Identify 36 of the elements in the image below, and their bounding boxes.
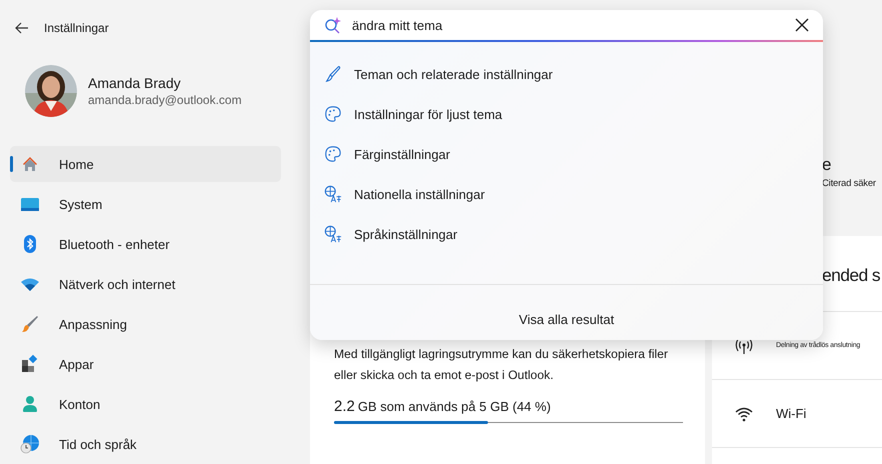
show-all-results-link[interactable]: Visa alla resultat	[510, 308, 622, 331]
nav-item[interactable]: Nätverk och internet	[10, 266, 281, 302]
paintbrush-icon	[20, 314, 40, 334]
nav-item[interactable]: Home	[10, 146, 281, 182]
nav-item[interactable]: System	[10, 186, 281, 222]
storage-amount: 2.2	[334, 398, 355, 415]
quick-setting-label: Wi-Fi	[776, 406, 806, 421]
sparkle-search-icon	[324, 16, 342, 34]
palette-icon	[324, 105, 342, 123]
globe-clock-icon	[20, 434, 40, 454]
search-result[interactable]: Inställningar för ljust tema	[324, 101, 823, 127]
window-title: Inställningar	[44, 21, 109, 35]
search-bar[interactable]: ändra mitt tema	[310, 10, 823, 42]
caption-fragment: Citerad säker	[822, 178, 877, 189]
palette-icon	[324, 145, 342, 163]
storage-description: Med tillgängligt lagringsutrymme kan du säkerhetskopiera filer eller skicka och ta emot e-post i Outlook.	[334, 346, 669, 384]
paintbrush-icon	[324, 65, 342, 83]
nav-item[interactable]: Tid och språk	[10, 426, 281, 462]
search-result[interactable]: Färginställningar	[324, 141, 823, 167]
globe-language-icon	[324, 185, 342, 203]
close-icon[interactable]	[793, 16, 811, 34]
user-email: amanda.brady@outlook.com	[88, 93, 242, 107]
apps-icon	[20, 354, 40, 374]
nav-item[interactable]: Appar	[10, 346, 281, 382]
user-name: Amanda Brady	[88, 75, 182, 91]
search-field[interactable]: ändra mitt tema	[352, 15, 783, 35]
search-result[interactable]: Teman och relaterade inställningar	[324, 61, 823, 87]
heading-fragment: e	[822, 155, 832, 175]
nav-item[interactable]: Bluetooth - enheter	[10, 226, 281, 262]
globe-language-icon	[324, 225, 342, 243]
quick-setting[interactable]: Wi-Fi	[712, 380, 882, 448]
nav-item[interactable]: Anpassning	[10, 306, 281, 342]
nav-item[interactable]: Konton	[10, 386, 281, 422]
person-icon	[20, 394, 40, 414]
search-result[interactable]: Nationella inställningar	[324, 181, 823, 207]
storage-usage-text: GB som används på 5 GB (44 %)	[358, 399, 551, 414]
